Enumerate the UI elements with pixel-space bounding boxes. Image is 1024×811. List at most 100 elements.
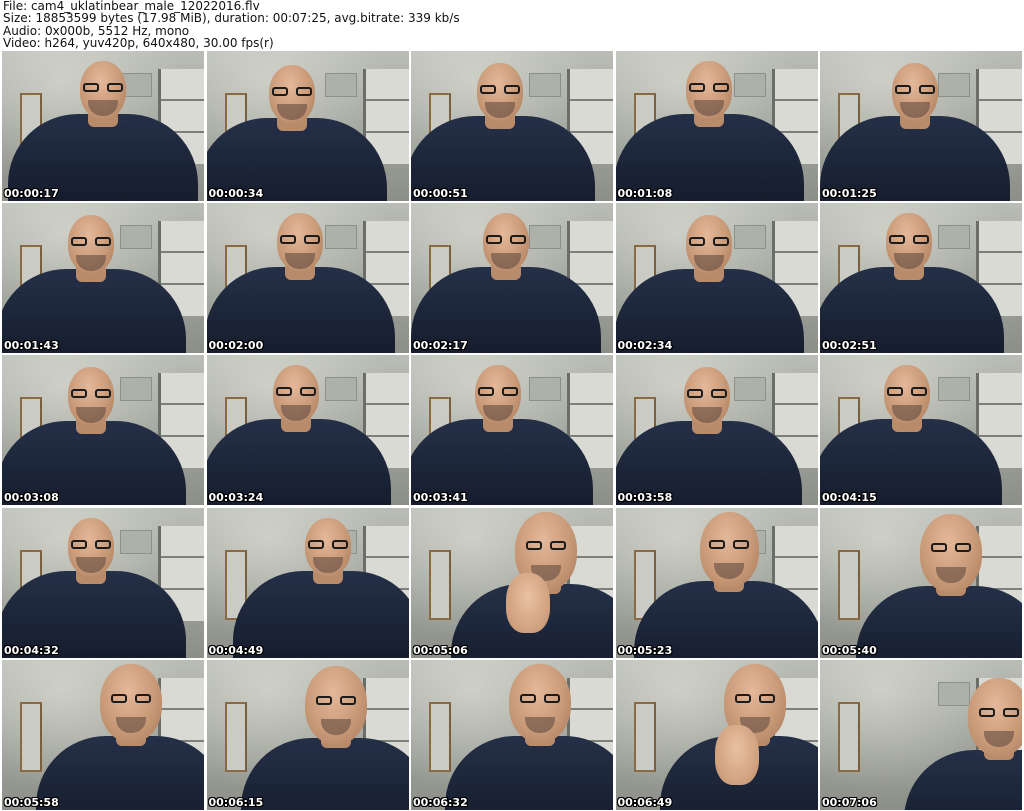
glasses-icon: [279, 235, 320, 245]
thumbnail-timestamp: 00:02:00: [208, 339, 264, 353]
thumbnail-timestamp: 00:01:43: [4, 339, 59, 353]
video-thumbnail[interactable]: 00:02:17: [411, 203, 613, 354]
glasses-icon: [709, 540, 750, 550]
video-thumbnail[interactable]: 00:00:17: [2, 51, 204, 201]
person-figure: [615, 355, 818, 506]
video-thumbnail[interactable]: 00:05:40: [820, 507, 1022, 658]
video-thumbnail[interactable]: 00:04:49: [206, 507, 409, 658]
video-thumbnail[interactable]: 00:01:08: [615, 51, 818, 201]
glasses-icon: [275, 387, 316, 397]
glasses-icon: [71, 539, 111, 550]
thumbnail-timestamp: 00:02:34: [617, 339, 673, 353]
thumbnail-timestamp: 00:07:06: [822, 795, 877, 809]
person-figure: [2, 508, 204, 658]
glasses-icon: [71, 237, 111, 247]
glasses-icon: [688, 237, 729, 247]
person-figure: [411, 51, 613, 201]
thumbnail-timestamp: 00:02:51: [822, 339, 877, 353]
glasses-icon: [688, 83, 729, 93]
person-figure: [411, 203, 613, 354]
thumbnail-timestamp: 00:00:34: [208, 187, 264, 200]
video-thumbnail[interactable]: 00:03:58: [615, 355, 818, 506]
video-thumbnail[interactable]: 00:05:58: [2, 659, 204, 810]
hand-on-chin: [506, 572, 551, 633]
person-figure: [820, 508, 1022, 658]
thumbnail-timestamp: 00:00:51: [413, 187, 468, 200]
person-figure: [820, 203, 1022, 354]
person-figure: [2, 660, 204, 810]
video-thumbnail[interactable]: 00:02:00: [206, 203, 409, 354]
thumbnail-timestamp: 00:01:08: [617, 187, 673, 200]
glasses-icon: [307, 539, 348, 550]
thumbnail-timestamp: 00:00:17: [4, 187, 59, 200]
file-info-header: File: cam4_uklatinbear_male_12022016.flv…: [3, 0, 1021, 50]
thumbnail-timestamp: 00:05:40: [822, 643, 877, 657]
hand-on-chin: [714, 724, 759, 785]
video-thumbnail[interactable]: 00:06:49: [615, 659, 818, 810]
thumbnail-timestamp: 00:06:32: [413, 795, 468, 809]
thumbnail-timestamp: 00:04:32: [4, 643, 59, 657]
video-thumbnail[interactable]: 00:01:43: [2, 203, 204, 354]
video-thumbnail[interactable]: 00:05:06: [411, 507, 613, 658]
glasses-icon: [887, 387, 927, 397]
video-thumbnail[interactable]: 00:03:08: [2, 355, 204, 506]
robe-torso: [445, 735, 613, 810]
thumbnail-timestamp: 00:06:49: [617, 795, 673, 809]
video-thumbnail[interactable]: 00:04:15: [820, 355, 1022, 506]
robe-torso: [856, 585, 1022, 658]
video-thumbnail[interactable]: 00:00:34: [206, 51, 409, 201]
video-thumbnail[interactable]: 00:06:32: [411, 659, 613, 810]
video-thumbnail[interactable]: 00:07:06: [820, 659, 1022, 810]
video-thumbnail[interactable]: 00:00:51: [411, 51, 613, 201]
thumbnail-timestamp: 00:05:06: [413, 643, 468, 657]
thumbnail-timestamp: 00:01:25: [822, 187, 877, 200]
thumbnail-timestamp: 00:05:23: [617, 643, 673, 657]
thumbnail-timestamp: 00:04:49: [208, 643, 264, 657]
person-figure: [616, 508, 818, 658]
person-figure: [820, 51, 1022, 201]
video-thumbnail[interactable]: 00:03:41: [411, 355, 613, 506]
video-thumbnail[interactable]: 00:03:24: [206, 355, 409, 506]
glasses-icon: [734, 693, 775, 704]
video-thumbnail[interactable]: 00:01:25: [820, 51, 1022, 201]
person-figure: [616, 660, 818, 810]
person-figure: [411, 355, 613, 506]
video-thumbnail[interactable]: 00:05:23: [615, 507, 818, 658]
thumbnail-timestamp: 00:05:58: [4, 795, 59, 809]
video-thumbnail[interactable]: 00:02:34: [615, 203, 818, 354]
glasses-icon: [895, 85, 935, 95]
person-figure: [615, 203, 818, 354]
robe-torso: [36, 735, 204, 810]
glasses-icon: [315, 695, 356, 706]
glasses-icon: [931, 543, 972, 553]
thumbnail-timestamp: 00:03:41: [413, 491, 468, 505]
glasses-icon: [83, 83, 123, 93]
glasses-icon: [526, 541, 567, 551]
glasses-icon: [478, 387, 518, 397]
glasses-icon: [71, 389, 111, 399]
person-figure: [2, 355, 204, 506]
glasses-icon: [480, 85, 520, 95]
glasses-icon: [686, 389, 727, 399]
video-thumbnail[interactable]: 00:06:15: [206, 659, 409, 810]
thumbnail-timestamp: 00:02:17: [413, 339, 468, 353]
person-figure: [411, 660, 613, 810]
person-figure: [206, 51, 409, 201]
video-thumbnail[interactable]: 00:04:32: [2, 507, 204, 658]
thumbnail-timestamp: 00:03:24: [208, 491, 264, 505]
person-figure: [206, 203, 409, 354]
glasses-icon: [111, 693, 152, 704]
video-info-line: Video: h264, yuv420p, 640x480, 30.00 fps…: [3, 36, 274, 50]
glasses-icon: [520, 693, 561, 704]
thumbnail-timestamp: 00:04:15: [822, 491, 877, 505]
size-duration-line: Size: 18853599 bytes (17.98 MiB), durati…: [3, 11, 460, 26]
robe-torso: [240, 737, 409, 810]
glasses-icon: [889, 235, 929, 245]
person-figure: [820, 660, 1022, 810]
thumbnail-timestamp: 00:06:15: [208, 795, 264, 809]
person-figure: [2, 203, 204, 354]
person-figure: [2, 51, 204, 201]
person-figure: [207, 508, 409, 658]
video-thumbnail[interactable]: 00:02:51: [820, 203, 1022, 354]
glasses-icon: [979, 707, 1020, 718]
